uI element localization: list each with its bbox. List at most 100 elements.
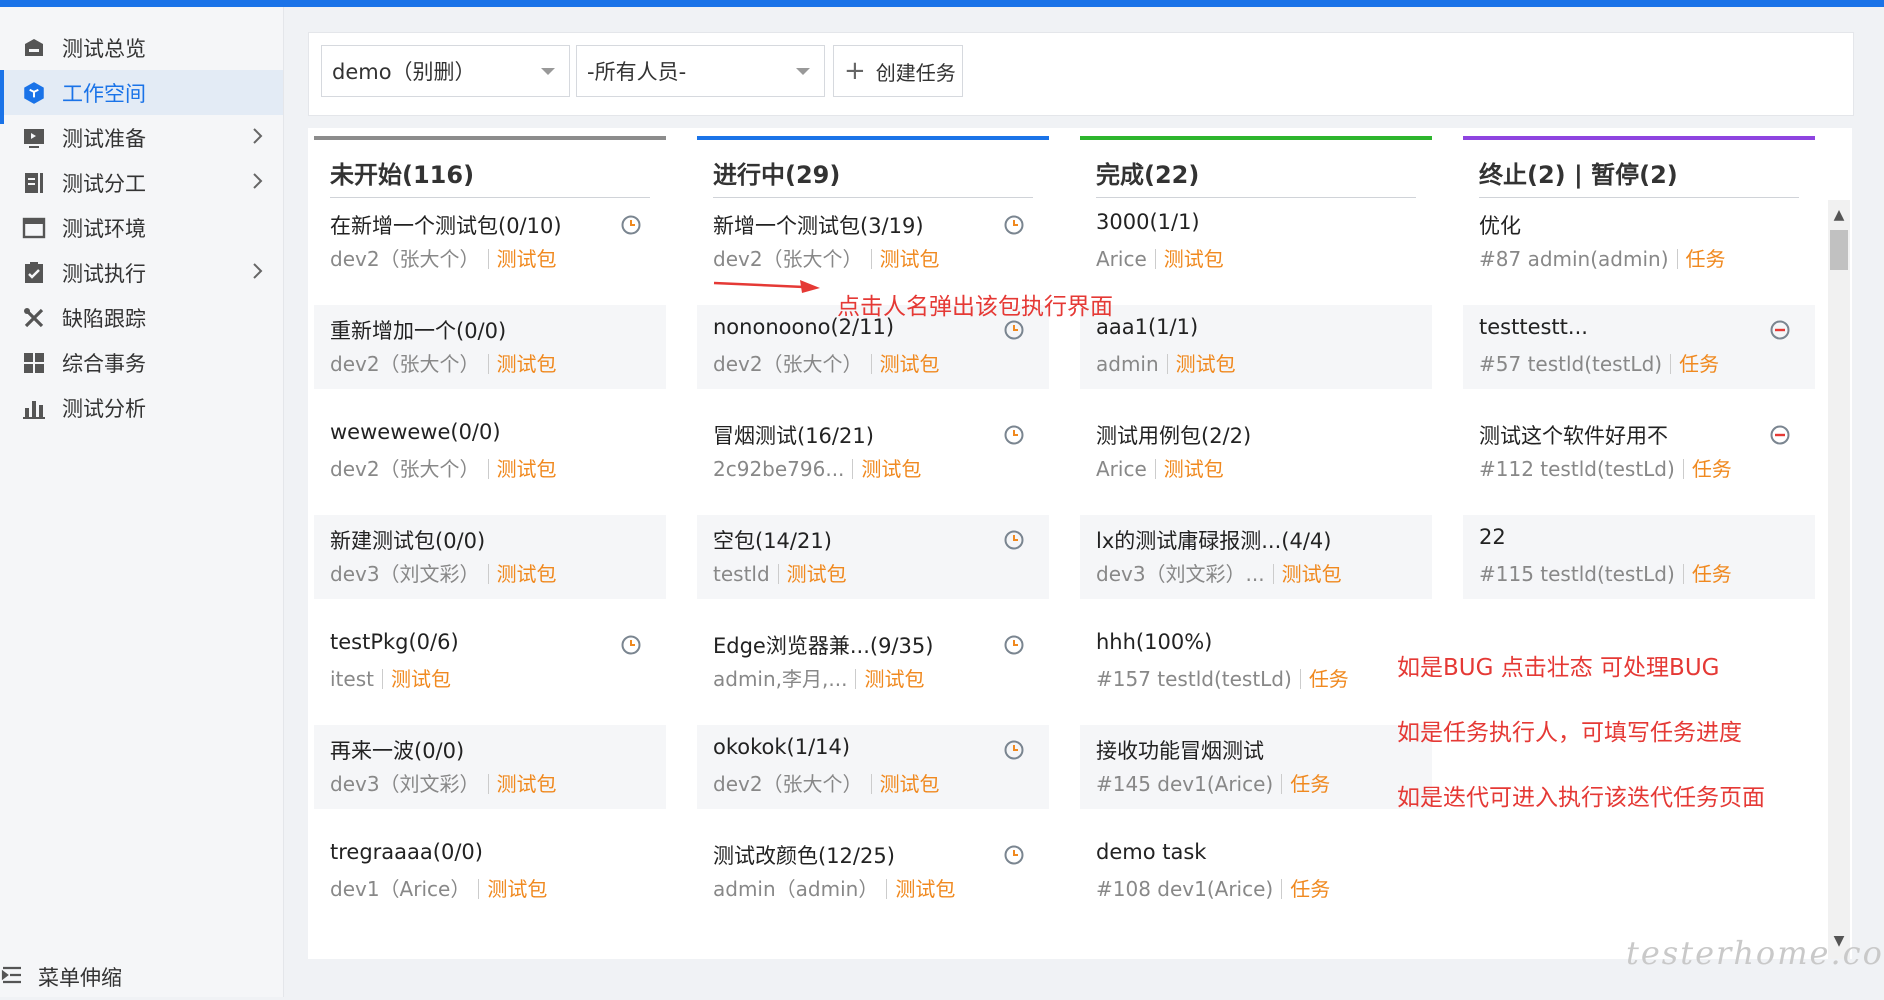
card-owner[interactable]: #145 dev1(Arice)	[1096, 772, 1273, 796]
clock-status-icon[interactable]	[1003, 424, 1025, 446]
task-card[interactable]: demo task #108 dev1(Arice) 任务	[1080, 830, 1432, 935]
card-owner[interactable]: #157 testld(testLd)	[1096, 667, 1292, 691]
card-owner[interactable]: 2c92be796...	[713, 457, 844, 481]
card-title[interactable]: hhh(100%)	[1096, 630, 1212, 654]
card-owner[interactable]: #112 testld(testLd)	[1479, 457, 1675, 481]
menu-collapse-button[interactable]: 菜单伸缩	[0, 954, 283, 1000]
card-title[interactable]: 接收功能冒烟测试	[1096, 735, 1264, 765]
task-card[interactable]: 在新增一个测试包(0/10) dev2（张大个） 测试包	[314, 200, 666, 305]
stop-status-icon[interactable]	[1769, 424, 1791, 446]
task-card[interactable]: lx的测试庸碌报测...(4/4) dev3（刘文彩）... 测试包	[1080, 515, 1432, 599]
create-task-button[interactable]: + 创建任务	[833, 45, 963, 97]
clock-status-icon[interactable]	[1003, 214, 1025, 236]
card-owner[interactable]: dev2（张大个）	[330, 457, 480, 481]
scrollbar-thumb[interactable]	[1830, 230, 1848, 270]
card-title[interactable]: 新建测试包(0/0)	[330, 525, 485, 555]
card-owner[interactable]: dev3（刘文彩）...	[1096, 562, 1265, 586]
card-title[interactable]: okokok(1/14)	[713, 735, 850, 759]
card-title[interactable]: testtestt...	[1479, 315, 1588, 339]
sidebar-item-3[interactable]: 测试分工	[0, 160, 283, 205]
sidebar-item-6[interactable]: 缺陷跟踪	[0, 295, 283, 340]
card-owner[interactable]: #87 admin(admin)	[1479, 247, 1669, 271]
task-card[interactable]: Edge浏览器兼...(9/35) admin,李月,... 测试包	[697, 620, 1049, 725]
card-type-tag: 测试包	[496, 247, 557, 271]
card-owner[interactable]: dev2（张大个）	[713, 772, 863, 796]
card-owner[interactable]: dev2（张大个）	[330, 352, 480, 376]
card-meta: dev3（刘文彩） 测试包	[330, 768, 557, 797]
card-title[interactable]: 在新增一个测试包(0/10)	[330, 210, 562, 240]
card-title[interactable]: 3000(1/1)	[1096, 210, 1200, 234]
task-card[interactable]: 空包(14/21) testld 测试包	[697, 515, 1049, 599]
clock-status-icon[interactable]	[1003, 739, 1025, 761]
card-title[interactable]: demo task	[1096, 840, 1206, 864]
task-card[interactable]: 测试这个软件好用不 #112 testld(testLd) 任务	[1463, 410, 1815, 515]
task-card[interactable]: tregraaaa(0/0) dev1（Arice） 测试包	[314, 830, 666, 935]
sidebar-item-4[interactable]: 测试环境	[0, 205, 283, 250]
task-card[interactable]: testtestt... #57 testld(testLd) 任务	[1463, 305, 1815, 389]
stop-status-icon[interactable]	[1769, 319, 1791, 341]
task-card[interactable]: 接收功能冒烟测试 #145 dev1(Arice) 任务	[1080, 725, 1432, 809]
card-owner[interactable]: dev1（Arice）	[330, 877, 470, 901]
card-title[interactable]: tregraaaa(0/0)	[330, 840, 483, 864]
task-card[interactable]: 新建测试包(0/0) dev3（刘文彩） 测试包	[314, 515, 666, 599]
card-title[interactable]: 测试用例包(2/2)	[1096, 420, 1251, 450]
card-owner[interactable]: dev2（张大个）	[713, 247, 863, 271]
task-card[interactable]: 22 #115 testld(testLd) 任务	[1463, 515, 1815, 599]
card-owner[interactable]: admin（admin）	[713, 877, 878, 901]
task-card[interactable]: 再来一波(0/0) dev3（刘文彩） 测试包	[314, 725, 666, 809]
card-title[interactable]: 新增一个测试包(3/19)	[713, 210, 924, 240]
sidebar-item-7[interactable]: 综合事务	[0, 340, 283, 385]
card-owner[interactable]: #108 dev1(Arice)	[1096, 877, 1273, 901]
card-owner[interactable]: #115 testld(testLd)	[1479, 562, 1675, 586]
card-owner[interactable]: dev2（张大个）	[713, 352, 863, 376]
task-card[interactable]: okokok(1/14) dev2（张大个） 测试包	[697, 725, 1049, 809]
card-owner[interactable]: testld	[713, 562, 770, 586]
card-owner[interactable]: #57 testld(testLd)	[1479, 352, 1662, 376]
card-owner[interactable]: dev3（刘文彩）	[330, 562, 480, 586]
clock-status-icon[interactable]	[620, 634, 642, 656]
task-card[interactable]: testPkg(0/6) itest 测试包	[314, 620, 666, 725]
member-select[interactable]: -所有人员-	[576, 45, 825, 97]
task-card[interactable]: 测试改颜色(12/25) admin（admin） 测试包	[697, 830, 1049, 935]
card-owner[interactable]: admin	[1096, 352, 1159, 376]
card-owner[interactable]: dev2（张大个）	[330, 247, 480, 271]
card-owner[interactable]: Arice	[1096, 247, 1147, 271]
clock-status-icon[interactable]	[620, 214, 642, 236]
card-title[interactable]: 测试这个软件好用不	[1479, 420, 1668, 450]
card-title[interactable]: 测试改颜色(12/25)	[713, 840, 895, 870]
card-title[interactable]: 再来一波(0/0)	[330, 735, 464, 765]
sidebar-item-8[interactable]: 测试分析	[0, 385, 283, 430]
task-card[interactable]: 测试用例包(2/2) Arice 测试包	[1080, 410, 1432, 515]
card-title[interactable]: Edge浏览器兼...(9/35)	[713, 630, 933, 660]
card-owner[interactable]: itest	[330, 667, 374, 691]
task-card[interactable]: 重新增加一个(0/0) dev2（张大个） 测试包	[314, 305, 666, 389]
task-card[interactable]: hhh(100%) #157 testld(testLd) 任务	[1080, 620, 1432, 725]
card-title[interactable]: 空包(14/21)	[713, 525, 832, 555]
task-card[interactable]: wewewewe(0/0) dev2（张大个） 测试包	[314, 410, 666, 515]
clock-status-icon[interactable]	[1003, 319, 1025, 341]
clock-status-icon[interactable]	[1003, 634, 1025, 656]
card-title[interactable]: 重新增加一个(0/0)	[330, 315, 506, 345]
task-card[interactable]: 优化 #87 admin(admin) 任务	[1463, 200, 1815, 305]
card-title[interactable]: testPkg(0/6)	[330, 630, 459, 654]
clock-status-icon[interactable]	[1003, 529, 1025, 551]
card-title[interactable]: 冒烟测试(16/21)	[713, 420, 874, 450]
card-owner[interactable]: admin,李月,...	[713, 667, 847, 691]
card-owner[interactable]: dev3（刘文彩）	[330, 772, 480, 796]
project-select[interactable]: demo（别删）	[321, 45, 570, 97]
card-title[interactable]: wewewewe(0/0)	[330, 420, 501, 444]
board-scrollbar[interactable]	[1828, 200, 1850, 959]
sidebar-item-5[interactable]: 测试执行	[0, 250, 283, 295]
card-title[interactable]: 22	[1479, 525, 1506, 549]
card-title[interactable]: lx的测试庸碌报测...(4/4)	[1096, 525, 1331, 555]
task-card[interactable]: 3000(1/1) Arice 测试包	[1080, 200, 1432, 305]
sidebar-item-1[interactable]: 工作空间	[0, 70, 283, 124]
sidebar-item-0[interactable]: 测试总览	[0, 25, 283, 70]
sidebar-item-2[interactable]: 测试准备	[0, 115, 283, 160]
card-owner[interactable]: Arice	[1096, 457, 1147, 481]
task-card[interactable]: 冒烟测试(16/21) 2c92be796... 测试包	[697, 410, 1049, 515]
clock-status-icon[interactable]	[1003, 844, 1025, 866]
scroll-up-icon[interactable]: ▲	[1828, 204, 1850, 226]
task-card[interactable]: aaa1(1/1) admin 测试包	[1080, 305, 1432, 389]
card-title[interactable]: 优化	[1479, 210, 1521, 240]
